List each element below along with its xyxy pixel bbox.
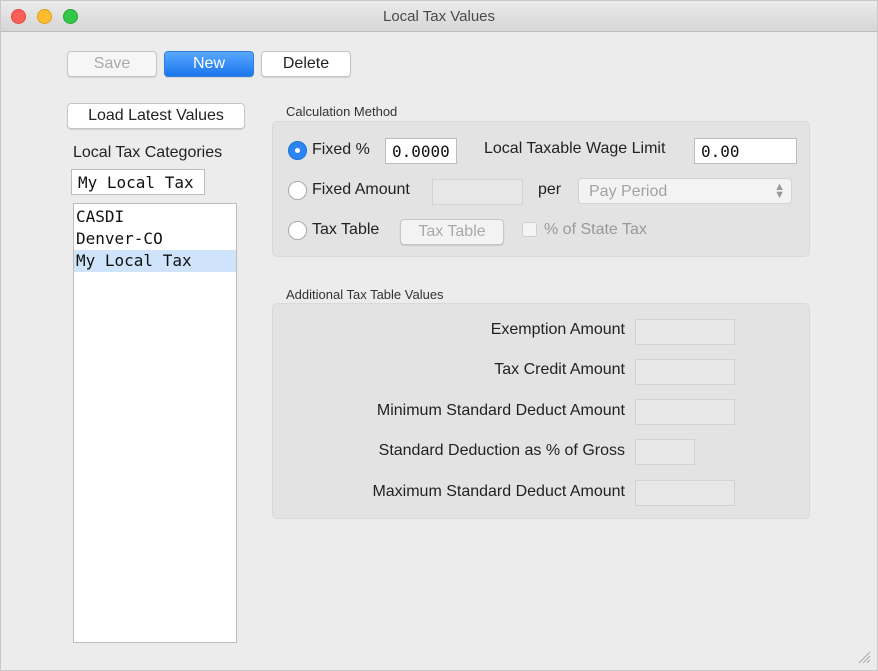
window: Local Tax Values Save New Delete Load La…	[0, 0, 878, 671]
fixed-percent-field[interactable]: 0.0000	[385, 138, 457, 164]
fixed-amount-radio[interactable]	[288, 181, 307, 200]
list-item[interactable]: Denver-CO	[74, 228, 236, 250]
local-tax-categories-label: Local Tax Categories	[73, 144, 223, 161]
min-standard-deduct-label: Minimum Standard Deduct Amount	[376, 402, 625, 419]
list-item[interactable]: CASDI	[74, 206, 236, 228]
additional-values-label: Additional Tax Table Values	[286, 287, 444, 302]
per-label: per	[538, 181, 562, 198]
percent-of-state-tax-label: % of State Tax	[544, 221, 647, 238]
fixed-percent-radio[interactable]	[288, 141, 307, 160]
new-button[interactable]: New	[164, 51, 254, 77]
tax-table-radio[interactable]	[288, 221, 307, 240]
max-standard-deduct-field[interactable]	[635, 480, 735, 506]
load-latest-values-button[interactable]: Load Latest Values	[67, 103, 245, 129]
category-name-field[interactable]: My Local Tax	[71, 169, 205, 195]
fixed-amount-label: Fixed Amount	[312, 181, 410, 198]
list-item-selected[interactable]: My Local Tax	[74, 250, 236, 272]
percent-of-state-tax-checkbox[interactable]	[522, 222, 537, 237]
window-title: Local Tax Values	[382, 8, 496, 25]
tax-credit-amount-label: Tax Credit Amount	[494, 361, 625, 378]
title-bar[interactable]: Local Tax Values	[1, 1, 877, 32]
local-tax-categories-list[interactable]: CASDI Denver-CO My Local Tax	[73, 203, 237, 643]
tax-table-button[interactable]: Tax Table	[400, 219, 504, 245]
calculation-method-label: Calculation Method	[286, 104, 398, 119]
save-button[interactable]: Save	[67, 51, 157, 77]
chevron-up-down-icon: ▲ ▼	[774, 181, 785, 201]
pay-period-value: Pay Period	[589, 183, 668, 200]
fixed-amount-field[interactable]	[432, 179, 523, 205]
delete-button[interactable]: Delete	[261, 51, 351, 77]
exemption-amount-field[interactable]	[635, 319, 735, 345]
fixed-percent-label: Fixed %	[312, 141, 370, 158]
wage-limit-field[interactable]: 0.00	[694, 138, 797, 164]
max-standard-deduct-label: Maximum Standard Deduct Amount	[372, 483, 625, 500]
wage-limit-label: Local Taxable Wage Limit	[484, 140, 666, 157]
tax-credit-amount-field[interactable]	[635, 359, 735, 385]
resize-grip-icon[interactable]	[857, 650, 871, 664]
min-standard-deduct-field[interactable]	[635, 399, 735, 425]
standard-deduction-percent-field[interactable]	[635, 439, 695, 465]
pay-period-select[interactable]: Pay Period ▲ ▼	[578, 178, 792, 204]
standard-deduction-percent-label: Standard Deduction as % of Gross	[378, 442, 625, 459]
exemption-amount-label: Exemption Amount	[490, 321, 625, 338]
tax-table-label: Tax Table	[312, 221, 380, 238]
